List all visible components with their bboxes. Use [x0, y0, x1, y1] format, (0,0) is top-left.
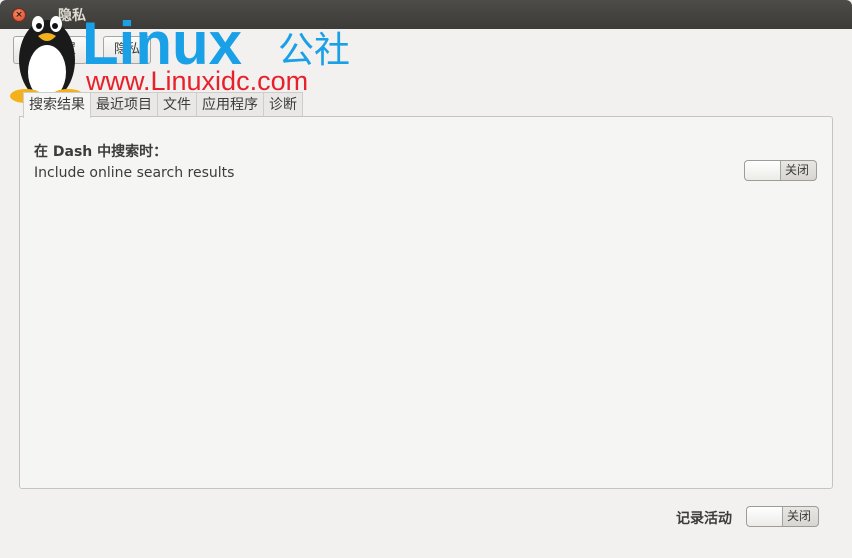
switch-state-label: 关闭 — [786, 509, 811, 523]
window-titlebar: × 隐私 — [0, 0, 852, 29]
switch-knob — [747, 507, 783, 526]
tab-files[interactable]: 文件 — [158, 92, 197, 117]
watermark-brand-suffix: 公社 — [278, 30, 350, 71]
switch-knob — [745, 161, 781, 180]
switch-state-label: 关闭 — [784, 163, 809, 177]
tab-applications[interactable]: 应用程序 — [197, 92, 264, 117]
privacy-tabs: 搜索结果 最近项目 文件 应用程序 诊断 — [23, 92, 303, 118]
online-results-label: Include online search results — [34, 165, 235, 181]
window-title: 隐私 — [58, 8, 86, 24]
dash-search-heading: 在 Dash 中搜索时： — [34, 144, 168, 160]
tab-diagnostics[interactable]: 诊断 — [264, 92, 303, 117]
privacy-breadcrumb-button[interactable]: 隐私 — [103, 36, 152, 64]
all-settings-button[interactable]: 全部设置 — [13, 36, 88, 64]
tab-recent-items[interactable]: 最近项目 — [91, 92, 158, 117]
record-activity-switch[interactable]: 关闭 — [746, 506, 819, 527]
close-window-button[interactable]: × — [12, 8, 26, 22]
search-results-panel: 在 Dash 中搜索时： Include online search resul… — [19, 116, 833, 489]
online-results-switch[interactable]: 关闭 — [744, 160, 817, 181]
record-activity-label: 记录活动 — [676, 511, 732, 527]
tab-search-results[interactable]: 搜索结果 — [23, 92, 91, 118]
close-icon: × — [15, 10, 23, 20]
